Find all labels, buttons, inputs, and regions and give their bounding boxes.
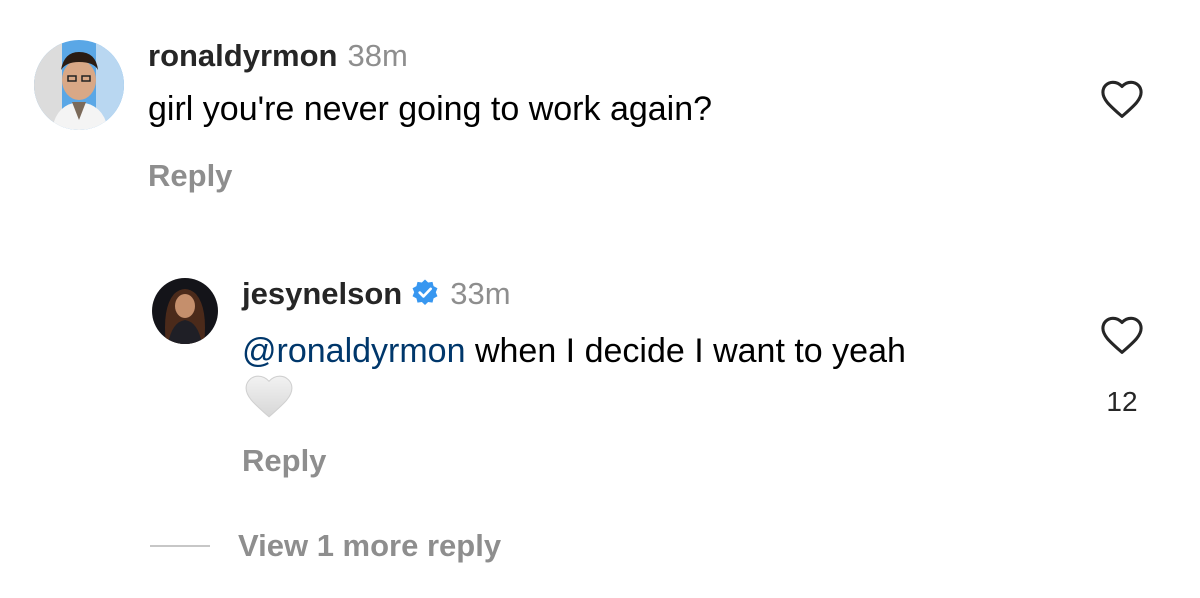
avatar-jesynelson[interactable] <box>152 278 218 344</box>
heart-outline-icon <box>1101 80 1143 118</box>
reply-time: 33m <box>450 276 511 311</box>
comment-header: ronaldyrmon 38m <box>148 38 408 74</box>
comment-text: girl you're never going to work again? <box>148 90 713 128</box>
view-more-label: View 1 more reply <box>238 528 502 563</box>
heart-outline-icon <box>1101 316 1143 354</box>
white-heart-emoji-icon <box>244 374 294 420</box>
divider-line <box>150 545 210 547</box>
comment-username[interactable]: ronaldyrmon <box>148 38 337 73</box>
reply-text: @ronaldyrmon when I decide I want to yea… <box>242 332 906 371</box>
reply-reply-button[interactable]: Reply <box>242 443 326 479</box>
view-more-replies[interactable]: View 1 more reply <box>150 528 501 564</box>
reply-like-count: 12 <box>1106 386 1138 417</box>
comment-like-button[interactable] <box>1100 80 1144 120</box>
reply-username[interactable]: jesynelson <box>242 276 402 311</box>
reply-header: jesynelson 33m <box>242 276 511 312</box>
verified-badge-icon <box>412 279 438 305</box>
comment-reply-button[interactable]: Reply <box>148 158 232 194</box>
reply-text-body: when I decide I want to yeah <box>465 332 906 370</box>
reply-like-button[interactable] <box>1100 316 1144 356</box>
avatar-ronaldyrmon[interactable] <box>34 40 124 130</box>
comment-time: 38m <box>347 38 408 73</box>
mention-link[interactable]: @ronaldyrmon <box>242 332 466 370</box>
